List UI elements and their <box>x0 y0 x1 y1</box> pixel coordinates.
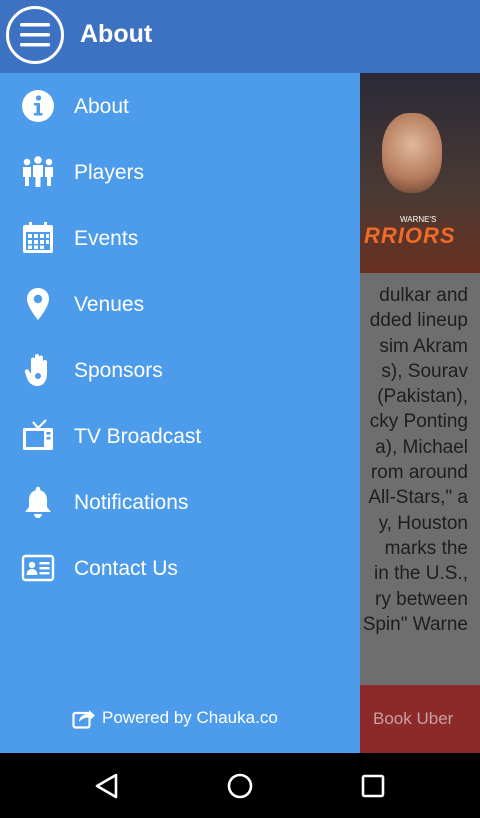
about-content: WARNE'S RRIORS dulkar and dded lineup si… <box>360 73 480 753</box>
hero-logo-text: RRIORS <box>364 223 456 248</box>
calendar-icon <box>20 220 56 256</box>
system-nav-bar <box>0 753 480 818</box>
home-icon[interactable] <box>225 771 255 801</box>
drawer-item-label: Events <box>74 227 139 250</box>
book-uber-label: Book Uber <box>373 709 454 728</box>
share-icon <box>72 710 95 729</box>
article-line: cky Ponting <box>369 411 468 433</box>
nav-drawer: About Players Events Venues Sponsors TV … <box>0 73 360 753</box>
hand-icon <box>20 352 56 388</box>
powered-by-link[interactable]: Powered by Chauka.co <box>72 707 278 729</box>
menu-button[interactable] <box>6 6 64 64</box>
article-text: dulkar and dded lineup sim Akram s), Sou… <box>360 283 468 637</box>
drawer-item-notifications[interactable]: Notifications <box>0 470 360 536</box>
article-line: All-Stars," a <box>368 487 468 509</box>
article-line: sim Akram <box>379 335 468 357</box>
drawer-item-contact-us[interactable]: Contact Us <box>0 536 360 602</box>
article-line: marks the <box>384 537 468 559</box>
recents-icon[interactable] <box>358 771 388 801</box>
footer-text: Powered by Chauka.co <box>102 708 278 727</box>
drawer-item-players[interactable]: Players <box>0 140 360 206</box>
drawer-item-venues[interactable]: Venues <box>0 272 360 338</box>
drawer-item-label: About <box>74 95 129 118</box>
drawer-item-sponsors[interactable]: Sponsors <box>0 338 360 404</box>
drawer-item-label: Notifications <box>74 491 189 514</box>
article-line: ry between <box>375 588 468 610</box>
drawer-item-label: Players <box>74 161 145 184</box>
article-line: y, Houston <box>378 512 468 534</box>
drawer-item-events[interactable]: Events <box>0 206 360 272</box>
tv-icon <box>20 418 56 454</box>
back-icon[interactable] <box>92 771 122 801</box>
drawer-item-label: Contact Us <box>74 557 178 580</box>
contact-card-icon <box>20 550 56 586</box>
article-line: dded lineup <box>369 310 468 332</box>
hamburger-icon <box>20 23 50 47</box>
article-line: dulkar and <box>379 285 468 306</box>
bell-icon <box>20 484 56 520</box>
page-title: About <box>80 20 153 48</box>
article-line: s), Sourav <box>381 360 468 382</box>
article-line: rom around <box>370 462 468 484</box>
article-line: (Pakistan), <box>377 386 468 408</box>
book-uber-button[interactable]: Book Uber <box>360 685 480 753</box>
article-line: Spin" Warne <box>362 613 468 635</box>
players-icon <box>20 154 56 190</box>
location-pin-icon <box>20 286 56 322</box>
article-line: a), Michael <box>375 436 468 458</box>
hero-image: WARNE'S RRIORS <box>360 73 480 273</box>
drawer-item-label: Venues <box>74 293 145 316</box>
drawer-item-label: TV Broadcast <box>74 425 202 448</box>
drawer-item-about[interactable]: About <box>0 74 360 140</box>
drawer-item-tv-broadcast[interactable]: TV Broadcast <box>0 404 360 470</box>
info-icon <box>20 88 56 124</box>
player-face <box>382 113 442 193</box>
article-line: in the U.S., <box>374 563 468 585</box>
app-bar: About <box>0 0 480 73</box>
drawer-item-label: Sponsors <box>74 359 163 382</box>
